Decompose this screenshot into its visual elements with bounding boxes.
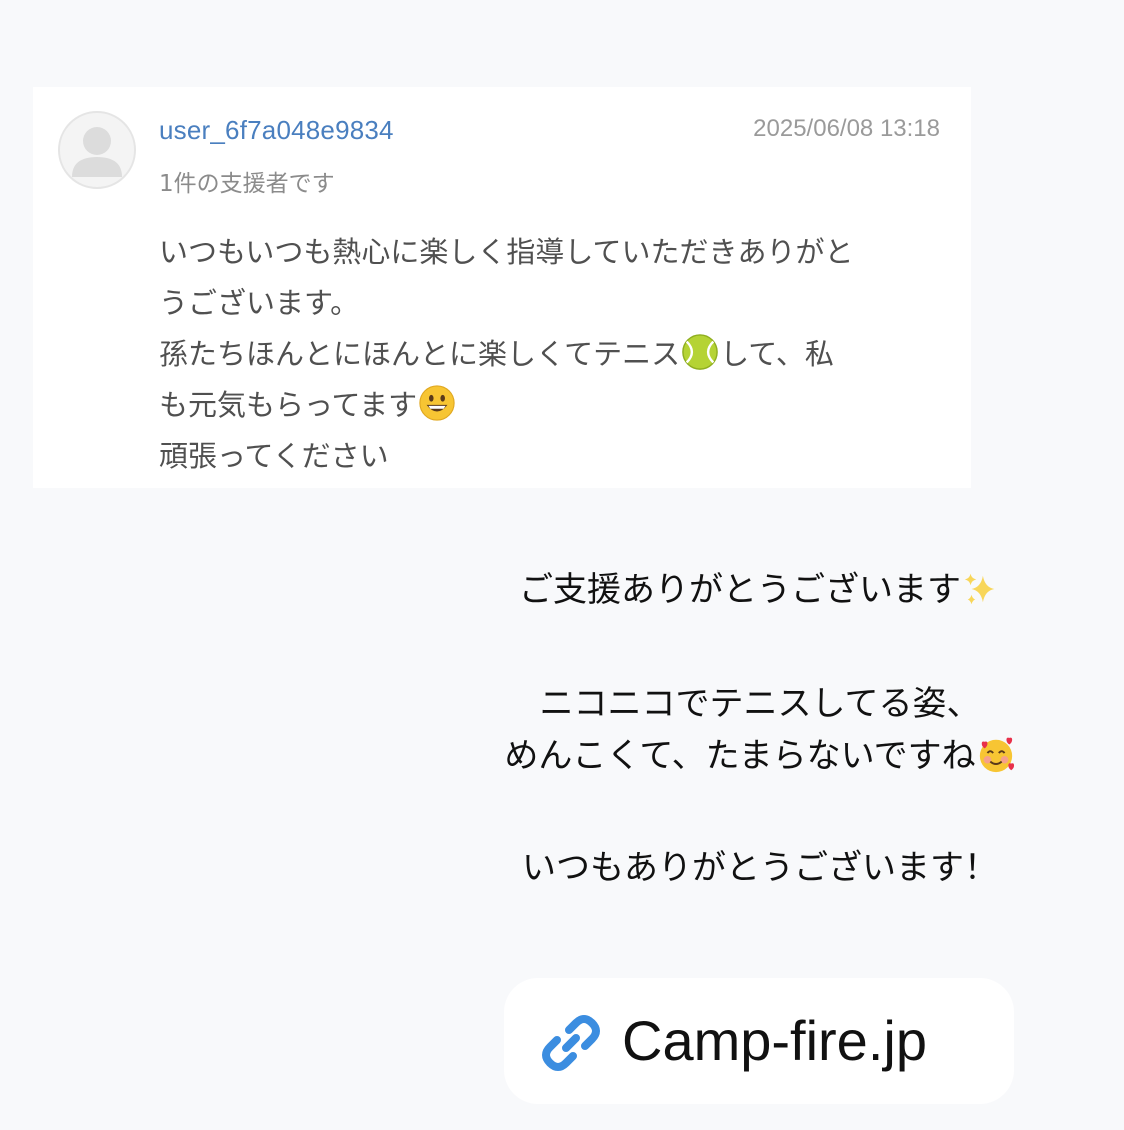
comment-message: いつもいつも熱心に楽しく指導していただきありがと うございます。 孫たちほんとに…	[159, 227, 949, 482]
reply-text: めんこくて、たまらないですね	[504, 736, 976, 776]
reply-line: ニコニコでテニスしてる姿、	[539, 684, 981, 724]
link-icon	[542, 1015, 600, 1071]
username-link[interactable]: user_6f7a048e9834	[159, 115, 394, 146]
tennis-ball-icon	[682, 334, 718, 370]
reply-line: めんこくて、たまらないですね	[430, 730, 1090, 782]
message-text: 孫たちほんとにほんとに楽しくてテニス	[159, 337, 681, 371]
comment-timestamp: 2025/06/08 13:18	[753, 115, 940, 142]
message-text: して、私	[720, 337, 834, 371]
message-line: 頑張ってください	[159, 439, 389, 473]
reply-line: ご支援ありがとうございます	[430, 564, 1090, 616]
smiling-face-with-hearts-icon	[979, 737, 1014, 773]
message-line: いつもいつも熱心に楽しく指導していただきありがと	[159, 235, 854, 269]
grinning-face-icon	[419, 385, 455, 421]
comment-card: user_6f7a048e9834 2025/06/08 13:18 1件の支援…	[33, 87, 971, 488]
reply-text: ご支援ありがとうございます	[519, 570, 961, 610]
user-silhouette-icon	[72, 127, 122, 177]
camp-fire-link[interactable]: Camp-fire.jp	[504, 978, 1014, 1104]
supporter-count: 1件の支援者です	[159, 171, 335, 197]
avatar[interactable]	[58, 111, 136, 189]
link-label[interactable]: Camp-fire.jp	[622, 1006, 927, 1076]
message-text: も元気もらってます	[159, 388, 418, 422]
reply-line: いつもありがとうございます！	[522, 848, 998, 888]
sparkles-icon	[964, 573, 995, 605]
message-line: うございます。	[159, 286, 360, 320]
message-line: も元気もらってます	[159, 380, 949, 431]
message-line: 孫たちほんとにほんとに楽しくてテニス して、私	[159, 329, 949, 380]
